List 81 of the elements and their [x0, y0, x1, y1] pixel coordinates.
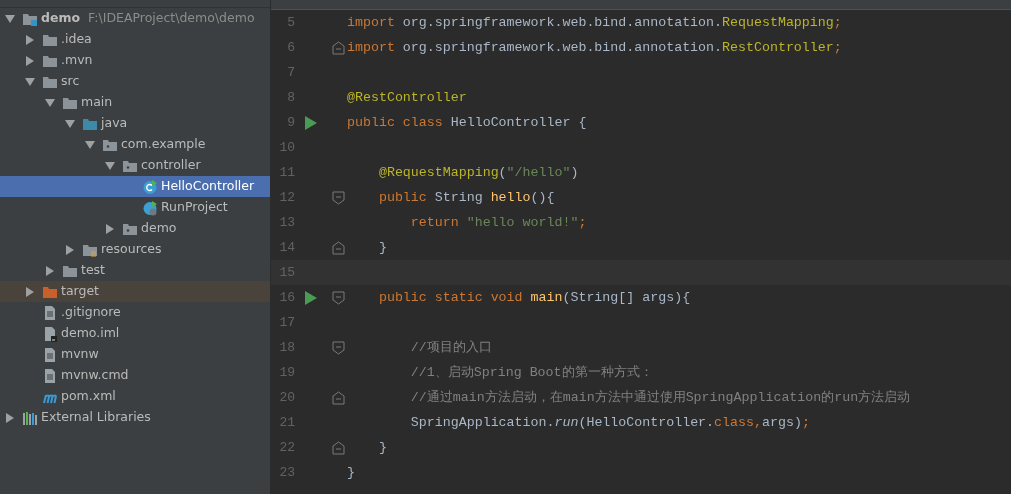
expand-arrow-icon — [44, 264, 56, 277]
expand-arrow-icon — [104, 222, 116, 235]
tree-item[interactable]: main — [0, 92, 270, 113]
code-line: public static void main(String[] args){ — [377, 288, 691, 307]
code-line: } — [377, 438, 387, 457]
code-line: import org.springframework.web.bind.annotation.RequestMapping; — [347, 13, 842, 32]
tree-item[interactable]: .gitignore — [0, 302, 270, 323]
line-number: 10 — [278, 138, 295, 157]
line-number: 18 — [278, 338, 295, 357]
tree-item[interactable]: RunProject — [0, 197, 270, 218]
tree-item[interactable]: com.example — [0, 134, 270, 155]
line-number: 6 — [286, 38, 295, 57]
libraries-icon — [22, 409, 38, 426]
tree-item[interactable]: demo — [0, 218, 270, 239]
fold-icon[interactable] — [332, 390, 345, 405]
expand-arrow-icon — [24, 285, 36, 298]
code-line: //项目的入口 — [409, 338, 492, 357]
tree-item[interactable]: pom.xml — [0, 386, 270, 407]
line-number: 20 — [278, 388, 295, 407]
code-line: return "hello world!"; — [409, 213, 587, 232]
collapse-arrow-icon — [104, 159, 116, 172]
collapse-arrow-icon — [44, 96, 56, 109]
line-number: 14 — [278, 238, 295, 257]
tree-item[interactable]: java — [0, 113, 270, 134]
line-number: 5 — [286, 13, 295, 32]
code-line: import org.springframework.web.bind.annotation.RestController; — [347, 38, 842, 57]
code-line: public class HelloController { — [347, 113, 587, 132]
line-number: 21 — [278, 413, 295, 432]
tree-item[interactable]: mvnw.cmd — [0, 365, 270, 386]
code-line: SpringApplication.run(HelloController.class,args); — [409, 413, 810, 432]
collapse-arrow-icon — [24, 75, 36, 88]
run-icon[interactable] — [305, 115, 317, 130]
line-number: 22 — [278, 438, 295, 457]
tree-item[interactable]: mvnw — [0, 344, 270, 365]
line-number: 16 — [278, 288, 295, 307]
file-icon — [42, 325, 58, 342]
code-line: @RequestMapping("/hello") — [377, 163, 579, 182]
expand-arrow-icon — [24, 33, 36, 46]
tree-item[interactable]: controller — [0, 155, 270, 176]
tree-item[interactable]: demo F:\IDEAProject\demo\demo — [0, 8, 270, 29]
tree-item[interactable]: External Libraries — [0, 407, 270, 428]
line-number: 13 — [278, 213, 295, 232]
line-number: 19 — [278, 363, 295, 382]
tree-item[interactable]: src — [0, 71, 270, 92]
file-icon — [42, 304, 58, 321]
line-number: 12 — [278, 188, 295, 207]
fold-icon[interactable] — [332, 240, 345, 255]
line-number: 8 — [286, 88, 295, 107]
expand-arrow-icon — [24, 54, 36, 67]
code-line: //通过main方法启动，在main方法中通过使用SpringApplication的run方法启动 — [409, 388, 911, 407]
code-line: public String hello(){ — [377, 188, 555, 207]
collapse-arrow-icon — [64, 117, 76, 130]
fold-icon[interactable] — [332, 440, 345, 455]
collapse-arrow-icon — [4, 12, 16, 25]
expand-arrow-icon — [64, 243, 76, 256]
expand-arrow-icon — [4, 411, 16, 424]
tree-item[interactable]: demo.iml — [0, 323, 270, 344]
line-number: 11 — [278, 163, 295, 182]
line-number: 7 — [286, 63, 295, 82]
code-line: @RestController — [347, 88, 467, 107]
fold-icon[interactable] — [332, 190, 345, 205]
collapse-arrow-icon — [84, 138, 96, 151]
class-icon — [142, 178, 158, 195]
tree-item[interactable]: target — [0, 281, 270, 302]
line-number: 17 — [278, 313, 295, 332]
fold-icon[interactable] — [332, 340, 345, 355]
file-icon — [42, 346, 58, 363]
class-icon — [142, 199, 158, 216]
line-number: 23 — [278, 463, 295, 482]
code-line: } — [377, 238, 387, 257]
tree-item[interactable]: resources — [0, 239, 270, 260]
tree-item[interactable]: HelloController — [0, 176, 270, 197]
tree-item[interactable]: test — [0, 260, 270, 281]
file-icon — [42, 367, 58, 384]
tree-item[interactable]: .idea — [0, 29, 270, 50]
fold-icon[interactable] — [332, 290, 345, 305]
run-icon[interactable] — [305, 290, 317, 305]
fold-icon[interactable] — [332, 40, 345, 55]
tree-item[interactable]: .mvn — [0, 50, 270, 71]
code-line: } — [347, 463, 355, 482]
line-number: 9 — [286, 113, 295, 132]
